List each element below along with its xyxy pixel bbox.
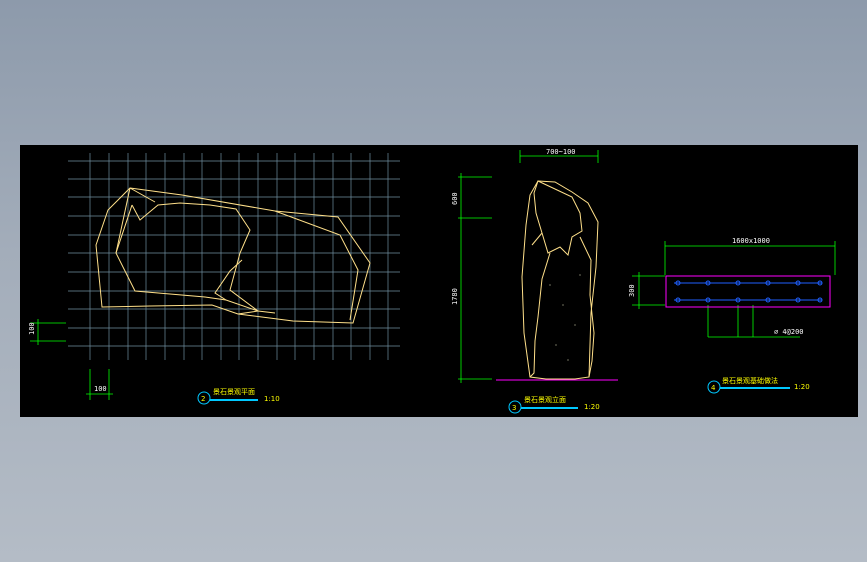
plan-dim-grid-v: 100	[28, 322, 36, 335]
plan-dim-grid-h: 100	[94, 385, 107, 393]
found-rebar-note: ∅ 4@200	[774, 328, 804, 336]
elevation-stone-outline	[521, 180, 599, 380]
found-dim-width: 1600x1000	[732, 237, 770, 245]
elev-title: 景石景观立面	[524, 395, 566, 404]
elevation-dimensions	[458, 150, 599, 383]
elevation-speckles	[549, 274, 581, 361]
plan-scale: 1:10	[264, 395, 280, 403]
elev-dim-upper: 600	[451, 192, 459, 205]
plan-index: 2	[201, 395, 205, 403]
foundation-rebar	[674, 280, 823, 303]
found-dim-height: 300	[628, 284, 636, 297]
elev-scale: 1:20	[584, 403, 600, 411]
found-title: 景石景观基础做法	[722, 376, 778, 385]
plan-stone-outline	[95, 187, 371, 324]
cad-drawing-svg: 100 100 2 景石景观平面 1:10 700~100 600 1780 3…	[28, 148, 836, 414]
elev-dim-total: 1780	[451, 288, 459, 305]
foundation-slab	[665, 275, 831, 308]
found-scale: 1:20	[794, 383, 810, 391]
found-index: 4	[711, 384, 716, 392]
elevation-title-block: 3 景石景观立面 1:20	[508, 395, 600, 414]
elev-index: 3	[512, 404, 516, 412]
plan-title-block: 2 景石景观平面 1:10	[197, 388, 280, 405]
foundation-dimensions	[632, 241, 836, 338]
plan-title: 景石景观平面	[213, 388, 255, 396]
cad-drawing-canvas: 100 100 2 景石景观平面 1:10 700~100 600 1780 3…	[20, 145, 858, 417]
foundation-title-block: 4 景石景观基础做法 1:20	[707, 376, 810, 394]
elev-dim-top: 700~100	[546, 148, 576, 156]
